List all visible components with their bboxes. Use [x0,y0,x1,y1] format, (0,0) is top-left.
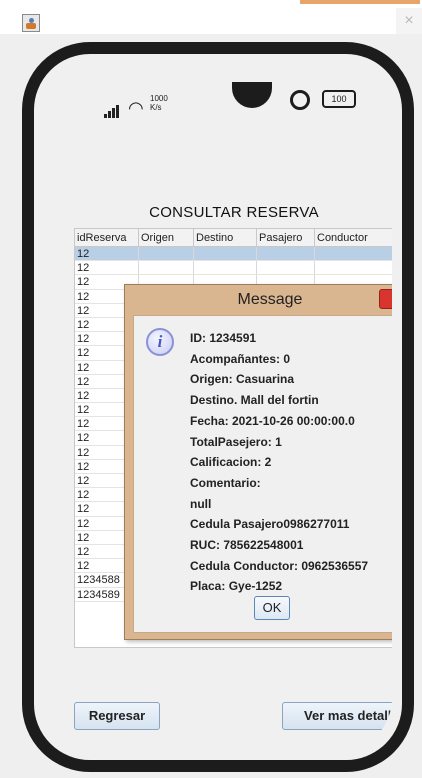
table-cell [139,261,194,275]
dialog-message-line: RUC: 785622548001 [190,538,304,553]
dialog-close-button[interactable]: × [379,289,392,309]
info-icon: i [146,328,174,356]
dialog-message-line: Origen: Casuarina [190,372,295,387]
dialog-message-line: null [190,496,212,511]
dialog-message-line: Acompañantes: 0 [190,351,291,366]
window-titlebar: × [0,0,422,34]
titlebar-accent [300,0,420,4]
battery-icon: 100 [322,90,356,108]
page-title: CONSULTAR RESERVA [149,204,319,221]
ver-mas-detalles-button[interactable]: Ver mas detalles [282,702,392,730]
java-cup-icon [22,14,40,32]
window-close-button[interactable]: × [396,8,422,34]
dialog-body: i ID: 1234591 Acompañantes: 0 Origen: Casu… [133,315,392,633]
dialog-message-line: Cedula Conductor: 0962536557 [190,558,369,573]
dialog-message-line: Destino. Mall del fortin [190,393,319,408]
alarm-clock-icon [290,90,310,110]
table-row[interactable]: 12 [75,261,392,276]
table-cell: 12 [75,247,139,261]
dialog-message-line: TotalPasejero: 1 [190,434,282,449]
network-speed: 1000 K/s [150,94,168,112]
dialog-message-line: Cedula Pasajero0986277011 [190,517,350,532]
dialog-message-line: Placa: Gye-1252 [190,579,283,594]
speed-unit: K/s [150,103,162,112]
table-cell [257,247,315,261]
table-cell [139,247,194,261]
application-window: × ◠ 1000 K/s 100 CONSULTAR RESERVA idRes… [0,0,422,778]
dialog-message: ID: 1234591 Acompañantes: 0 Origen: Casuar… [190,328,392,597]
speed-value: 1000 [150,94,168,103]
signal-icon [104,104,124,118]
table-cell [257,261,315,275]
dialog-message-line: Fecha: 2021-10-26 00:00:00.0 [190,413,355,428]
message-dialog: Message × i ID: 1234591 Acompañantes: 0 Or… [124,284,392,640]
dialog-message-line: Comentario: [190,475,261,490]
column-header-idreserva[interactable]: idReserva [75,229,139,246]
column-header-conductor[interactable]: Conductor [315,229,392,246]
phone-frame: ◠ 1000 K/s 100 CONSULTAR RESERVA idReser… [22,42,414,772]
regresar-button[interactable]: Regresar [74,702,160,730]
dialog-message-line: Calificacion: 2 [190,455,272,470]
table-cell: 12 [75,261,139,275]
table-cell [194,247,257,261]
wifi-icon: ◠ [128,98,144,118]
column-header-origen[interactable]: Origen [139,229,194,246]
camera-notch-icon [232,82,272,108]
ok-button[interactable]: OK [254,596,290,620]
column-header-pasajero[interactable]: Pasajero [257,229,315,246]
dialog-message-line: ID: 1234591 [190,331,257,345]
table-header: idReserva Origen Destino Pasajero Conduc… [75,229,392,247]
table-cell [315,247,392,261]
column-header-destino[interactable]: Destino [194,229,257,246]
table-cell [315,261,392,274]
table-row[interactable]: 12 [75,247,392,262]
phone-screen: ◠ 1000 K/s 100 CONSULTAR RESERVA idReser… [44,62,392,752]
dialog-title: Message [237,291,303,308]
table-cell [194,261,257,275]
